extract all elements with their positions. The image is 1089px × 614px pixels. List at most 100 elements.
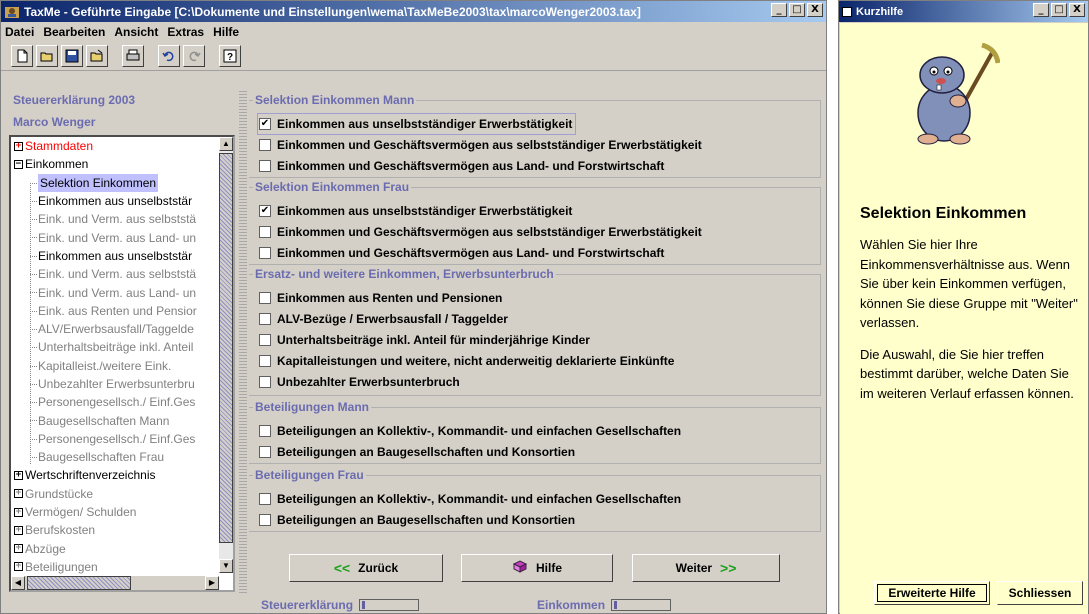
tree-section-item[interactable]: + Wertschriftenverzeichnis xyxy=(11,466,221,484)
back-button[interactable]: << Zurück xyxy=(289,554,443,582)
print-icon[interactable] xyxy=(122,45,144,67)
tree-child-item[interactable]: Eink. und Verm. aus selbststä xyxy=(11,210,221,228)
save-icon[interactable] xyxy=(61,45,83,67)
tree-child-item[interactable]: Selektion Einkommen xyxy=(11,173,221,192)
scroll-up-icon[interactable]: ▲ xyxy=(219,137,233,151)
checkbox-label: ALV-Bezüge / Erwerbsausfall / Taggelder xyxy=(277,312,508,326)
tree-child-item[interactable]: Personengesellsch./ Einf.Ges xyxy=(11,393,221,411)
checkbox-unchecked-icon[interactable] xyxy=(259,226,271,238)
group-other-income: Ersatz- und weitere Einkommen, Erwerbsun… xyxy=(249,267,821,396)
income-checkbox[interactable]: Unterhaltsbeiträge inkl. Anteil für mind… xyxy=(259,331,590,349)
income-checkbox[interactable]: Beteiligungen an Kollektiv-, Kommandit- … xyxy=(259,490,681,508)
tree-child-item[interactable]: Kapitalleist./weitere Eink. xyxy=(11,357,221,375)
income-checkbox[interactable]: Einkommen und Geschäftsvermögen aus Land… xyxy=(259,244,664,262)
expand-icon[interactable]: + xyxy=(14,141,23,151)
income-checkbox[interactable]: Einkommen und Geschäftsvermögen aus Land… xyxy=(259,157,664,175)
main-titlebar[interactable]: TaxMe - Geführte Eingabe [C:\Dokumente u… xyxy=(1,1,826,22)
tree-section-item[interactable]: + Berufskosten xyxy=(11,521,221,539)
expand-icon[interactable]: + xyxy=(14,489,23,499)
income-checkbox[interactable]: Kapitalleistungen und weitere, nicht and… xyxy=(259,352,674,370)
next-button[interactable]: Weiter >> xyxy=(632,554,780,582)
close-help-button[interactable]: Schliessen xyxy=(997,581,1083,605)
tree-child-item[interactable]: Baugesellschaften Frau xyxy=(11,448,221,466)
tree-child-item[interactable]: Eink. und Verm. aus Land- un xyxy=(11,283,221,301)
expand-icon[interactable]: + xyxy=(14,544,23,554)
extended-help-button[interactable]: Erweiterte Hilfe xyxy=(874,581,990,605)
help-minimize-button[interactable]: _ xyxy=(1033,3,1049,17)
scroll-down-icon[interactable]: ▼ xyxy=(219,559,233,573)
undo-icon[interactable] xyxy=(158,45,180,67)
close-button[interactable]: X xyxy=(807,3,823,17)
checkbox-unchecked-icon[interactable] xyxy=(259,292,271,304)
tree-child-item[interactable]: ALV/Erwerbsausfall/Taggelde xyxy=(11,320,221,338)
tree-section-item[interactable]: + Stammdaten xyxy=(11,137,221,155)
expand-icon[interactable]: + xyxy=(14,507,23,517)
tree-child-item[interactable]: Einkommen aus unselbststär xyxy=(11,247,221,265)
checkbox-unchecked-icon[interactable] xyxy=(259,493,271,505)
expand-icon[interactable]: + xyxy=(14,470,23,480)
menu-extras[interactable]: Extras xyxy=(167,25,204,39)
tree-child-item[interactable]: Unterhaltsbeiträge inkl. Anteil xyxy=(11,338,221,356)
tree-child-item[interactable]: Eink. und Verm. aus Land- un xyxy=(11,228,221,246)
income-checkbox[interactable]: Beteiligungen an Kollektiv-, Kommandit- … xyxy=(259,422,681,440)
maximize-button[interactable]: □ xyxy=(789,3,805,17)
tree-section-item[interactable]: − Einkommen xyxy=(11,155,221,173)
tree-child-item[interactable]: Unbezahlter Erwerbsunterbru xyxy=(11,375,221,393)
tree-section-item[interactable]: + Abzüge xyxy=(11,540,221,558)
checkbox-unchecked-icon[interactable] xyxy=(259,139,271,151)
tree-child-item[interactable]: Einkommen aus unselbststär xyxy=(11,192,221,210)
income-checkbox[interactable]: Beteiligungen an Baugesellschaften und K… xyxy=(259,443,575,461)
checkbox-unchecked-icon[interactable] xyxy=(259,313,271,325)
menu-datei[interactable]: Datei xyxy=(5,25,34,39)
scroll-right-icon[interactable]: ▶ xyxy=(205,576,219,590)
scroll-thumb[interactable] xyxy=(219,153,233,543)
income-checkbox[interactable]: Einkommen und Geschäftsvermögen aus selb… xyxy=(259,223,702,241)
close-file-icon[interactable] xyxy=(86,45,108,67)
checkbox-unchecked-icon[interactable] xyxy=(259,247,271,259)
menu-hilfe[interactable]: Hilfe xyxy=(213,25,239,39)
redo-icon[interactable] xyxy=(183,45,205,67)
tree-section-item[interactable]: + Grundstücke xyxy=(11,485,221,503)
tree-section-item[interactable]: + Beteiligungen xyxy=(11,558,221,576)
help-icon[interactable]: ? xyxy=(219,45,241,67)
tree-section-item[interactable]: + Vermögen/ Schulden xyxy=(11,503,221,521)
checkbox-unchecked-icon[interactable] xyxy=(259,446,271,458)
checkbox-checked-icon[interactable]: ✔ xyxy=(259,205,271,217)
panel-splitter[interactable] xyxy=(239,89,247,595)
income-checkbox[interactable]: Einkommen aus Renten und Pensionen xyxy=(259,289,502,307)
new-file-icon[interactable] xyxy=(11,45,33,67)
hscroll-thumb[interactable] xyxy=(27,576,131,590)
help-button[interactable]: Hilfe xyxy=(461,554,613,582)
income-checkbox[interactable]: ✔ Einkommen aus unselbstständiger Erwerbs… xyxy=(259,202,572,220)
tree-child-item[interactable]: Eink. und Verm. aus selbststä xyxy=(11,265,221,283)
minimize-button[interactable]: _ xyxy=(771,3,787,17)
tree-horizontal-scrollbar[interactable]: ◀ ▶ xyxy=(11,576,219,590)
help-maximize-button[interactable]: □ xyxy=(1051,3,1067,17)
checkbox-unchecked-icon[interactable] xyxy=(259,514,271,526)
checkbox-unchecked-icon[interactable] xyxy=(259,160,271,172)
tree-child-item[interactable]: Personengesellsch./ Einf.Ges xyxy=(11,430,221,448)
income-checkbox[interactable]: Unbezahlter Erwerbsunterbruch xyxy=(259,373,460,391)
expand-icon[interactable]: + xyxy=(14,562,23,572)
tree-child-item[interactable]: Baugesellschaften Mann xyxy=(11,411,221,429)
income-checkbox[interactable]: ALV-Bezüge / Erwerbsausfall / Taggelder xyxy=(259,310,508,328)
checkbox-unchecked-icon[interactable] xyxy=(259,355,271,367)
open-folder-icon[interactable] xyxy=(36,45,58,67)
expand-icon[interactable]: + xyxy=(14,525,23,535)
checkbox-unchecked-icon[interactable] xyxy=(259,334,271,346)
income-checkbox[interactable]: ✔ Einkommen aus unselbstständiger Erwerbs… xyxy=(256,113,577,135)
collapse-icon[interactable]: − xyxy=(14,159,23,169)
checkbox-checked-icon[interactable]: ✔ xyxy=(259,118,271,130)
tree-vertical-scrollbar[interactable]: ▲ ▼ xyxy=(219,137,233,573)
help-titlebar[interactable]: Kurzhilfe _ □ X xyxy=(839,1,1088,22)
income-checkbox[interactable]: Beteiligungen an Baugesellschaften und K… xyxy=(259,511,575,529)
income-checkbox[interactable]: Einkommen und Geschäftsvermögen aus selb… xyxy=(259,136,702,154)
scroll-left-icon[interactable]: ◀ xyxy=(11,576,25,590)
group-title: Beteiligungen Mann xyxy=(253,400,371,414)
menu-bearbeiten[interactable]: Bearbeiten xyxy=(43,25,105,39)
checkbox-unchecked-icon[interactable] xyxy=(259,425,271,437)
menu-ansicht[interactable]: Ansicht xyxy=(114,25,158,39)
checkbox-unchecked-icon[interactable] xyxy=(259,376,271,388)
help-close-button[interactable]: X xyxy=(1069,3,1085,17)
tree-child-item[interactable]: Eink. aus Renten und Pensior xyxy=(11,302,221,320)
